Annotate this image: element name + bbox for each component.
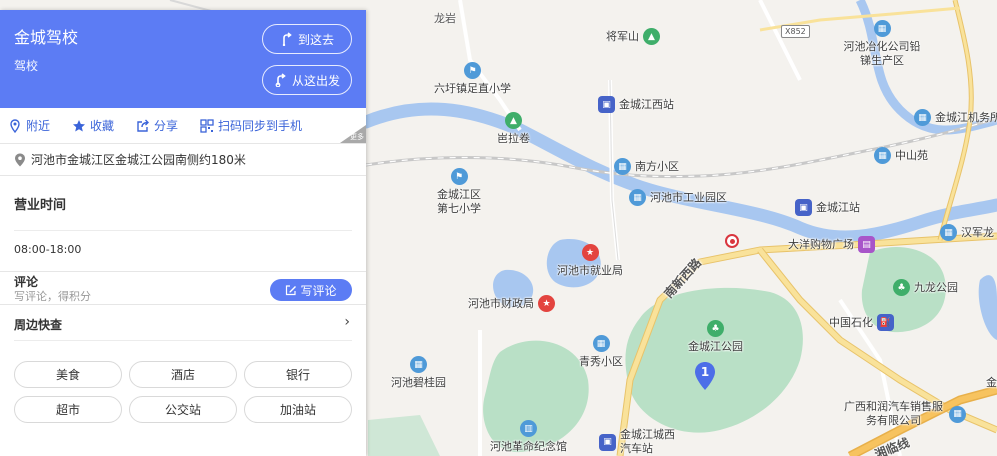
building-icon: ▦	[873, 20, 891, 37]
building-icon: ▦	[629, 189, 646, 206]
car-icon: ▦	[949, 405, 966, 423]
mountain-icon: ▲	[643, 28, 660, 45]
residential-icon: ▦	[874, 147, 891, 164]
review-section: 评论 写评论，得积分 写评论	[0, 272, 366, 305]
residential-icon: ▦	[614, 158, 631, 175]
poi-biguiyuan[interactable]: ▦ 河池碧桂园	[391, 356, 446, 390]
poi-nanfang-xiaoqu[interactable]: ▦ 南方小区	[614, 158, 679, 175]
park-tree-icon: ♣	[893, 279, 910, 296]
poi-west-bus-station[interactable]: ▣ 金城江城西汽车站	[599, 428, 679, 456]
school-flag-icon: ⚑	[450, 168, 468, 185]
poi-jinchengjiang-west-station[interactable]: ▣ 金城江西站	[598, 96, 674, 113]
building-icon: ▦	[940, 224, 957, 241]
route-to-icon	[282, 32, 292, 46]
government-star-icon: ★	[538, 295, 555, 312]
train-station-icon: ▣	[795, 199, 812, 216]
location-pin-icon	[15, 153, 25, 166]
address-row: 河池市金城江区金城江公园南侧约180米	[0, 144, 366, 176]
nearby-title: 周边快查	[14, 318, 63, 332]
location-pin-icon	[10, 118, 20, 133]
poi-dayang-mall[interactable]: 大洋购物广场 ▤	[788, 236, 875, 253]
action-bar: 附近 收藏 分享 扫码同步到手机 更多	[0, 108, 366, 144]
poi-school-liuxu[interactable]: ⚑ 六圩镇足直小学	[434, 62, 511, 96]
place-header: 金城驾校 驾校 到这去 从这出发	[0, 10, 366, 108]
share-icon	[137, 119, 150, 132]
chip-bank[interactable]: 银行	[244, 361, 352, 388]
poi-industrial-park[interactable]: ▦ 河池市工业园区	[629, 189, 727, 206]
place-detail-panel: 金城驾校 驾校 到这去 从这出发 附近 收藏 分享 扫码同步到手机 更多 河池市…	[0, 10, 366, 456]
scan-sync-button[interactable]: 扫码同步到手机	[200, 117, 302, 134]
poi-jiwusuo[interactable]: ▦ 金城江机务所	[914, 109, 997, 126]
mountain-icon: ▲	[505, 112, 522, 129]
residential-icon: ▦	[592, 335, 610, 352]
chip-hotel[interactable]: 酒店	[129, 361, 237, 388]
poi-qingxiu-xiaoqu[interactable]: ▦ 青秀小区	[579, 335, 623, 369]
residential-icon: ▦	[410, 356, 427, 373]
address-text: 河池市金城江区金城江公园南侧约180米	[31, 153, 246, 167]
poi-jiangjunshan[interactable]: 将军山 ▲	[606, 28, 660, 45]
poi-revolution-memorial[interactable]: ▥ 河池革命纪念馆	[490, 420, 567, 454]
government-star-icon: ★	[581, 244, 599, 261]
gas-station-icon: ⛽	[877, 314, 894, 331]
poi-employment-bureau[interactable]: ★ 河池市就业局	[557, 244, 623, 278]
edit-icon	[286, 285, 297, 296]
hours-title: 营业时间	[14, 198, 67, 213]
bus-station-icon: ▣	[599, 433, 616, 451]
school-flag-icon: ⚑	[464, 62, 481, 79]
star-icon	[73, 119, 86, 131]
chip-bus-stop[interactable]: 公交站	[129, 396, 237, 423]
road-shield: X852	[781, 25, 810, 38]
divider	[14, 230, 352, 231]
area-label: 龙岩	[434, 12, 456, 25]
poi-jinchengjiang-park[interactable]: ♣ 金城江公园	[688, 320, 743, 354]
review-subtitle: 写评论，得积分	[14, 290, 91, 303]
nearby-button[interactable]: 附近	[8, 117, 50, 134]
poi-metro-marker[interactable]	[725, 234, 739, 248]
route-from-icon	[275, 73, 286, 87]
shopping-icon: ▤	[858, 236, 875, 253]
poi-zhongshanyuan[interactable]: ▦ 中山苑	[874, 147, 928, 164]
chip-gas-station[interactable]: 加油站	[244, 396, 352, 423]
poi-herun-auto[interactable]: 广西和润汽车销售服务有限公司 ▦	[842, 400, 966, 428]
poi-partial[interactable]: 金	[986, 376, 997, 390]
poi-no7-school[interactable]: ⚑ 金城江区第七小学	[434, 168, 484, 216]
target-marker-icon	[725, 234, 739, 248]
chip-supermarket[interactable]: 超市	[14, 396, 122, 423]
poi-finance-bureau[interactable]: 河池市财政局 ★	[468, 295, 555, 312]
hours-value: 08:00-18:00	[14, 243, 82, 256]
selected-location-pin[interactable]: 1	[694, 361, 716, 391]
route-to-here-button[interactable]: 到这去	[262, 24, 352, 54]
poi-hanjunlong[interactable]: ▦ 汉军龙	[940, 224, 994, 241]
business-hours-section: 营业时间 08:00-18:00	[0, 176, 366, 272]
poi-balajuan[interactable]: ▲ 岜拉卷	[497, 112, 530, 146]
favorite-button[interactable]: 收藏	[72, 117, 114, 134]
museum-icon: ▥	[520, 420, 537, 437]
chip-food[interactable]: 美食	[14, 361, 122, 388]
route-from-here-button[interactable]: 从这出发	[262, 65, 352, 95]
poi-jiulong-park[interactable]: ♣ 九龙公园	[893, 279, 958, 296]
poi-jinchengjiang-station[interactable]: ▣ 金城江站	[795, 199, 860, 216]
park-tree-icon: ♣	[707, 320, 724, 337]
divider	[14, 340, 352, 341]
nearby-quick-search-row[interactable]: 周边快查 ›	[0, 305, 366, 341]
poi-hechi-yehua[interactable]: ▦ 河池冶化公司铅锑生产区	[840, 20, 924, 68]
qr-code-icon	[200, 118, 214, 133]
write-review-button[interactable]: 写评论	[270, 279, 352, 301]
building-icon: ▦	[914, 109, 931, 126]
more-corner-tag[interactable]: 更多	[340, 125, 366, 143]
chevron-right-icon: ›	[344, 314, 350, 330]
train-station-icon: ▣	[598, 96, 615, 113]
poi-sinopec[interactable]: 中国石化 ⛽	[829, 314, 894, 331]
nearby-category-chips: 美食 酒店 银行 超市 公交站 加油站	[0, 341, 366, 423]
share-button[interactable]: 分享	[136, 117, 178, 134]
